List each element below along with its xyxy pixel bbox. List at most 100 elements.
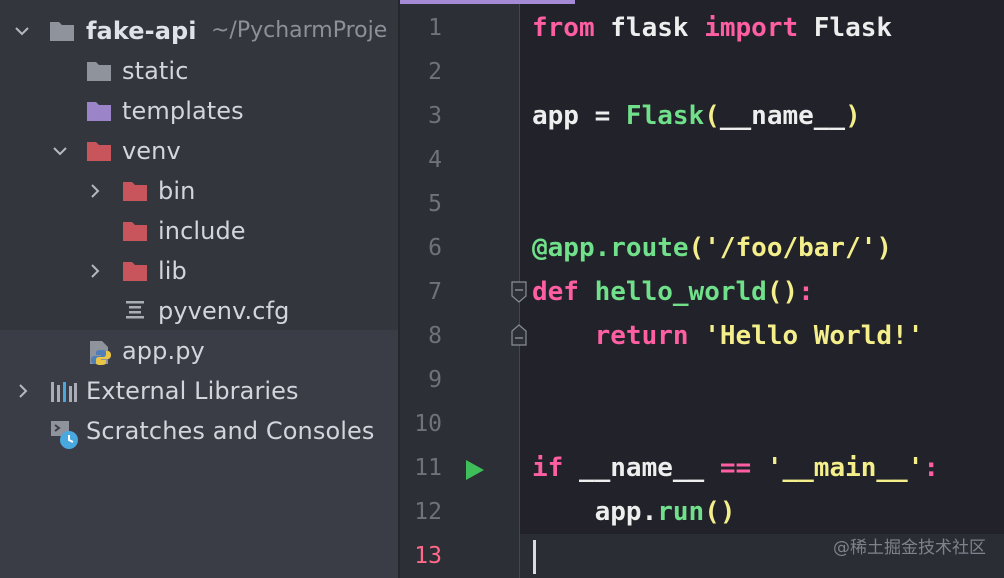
tree-item-venv[interactable]: venv [0,131,398,171]
config-file-icon [124,300,150,322]
string-literal: '/foo/bar/' [704,233,877,263]
module-name: flask [594,13,705,43]
tree-item-project-root[interactable]: fake-api ~/PycharmProje [0,11,398,51]
chevron-right-icon[interactable] [85,251,105,291]
folder-icon [49,20,75,42]
tree-item-label: Scratches and Consoles [86,417,375,445]
tree-item-pyvenv-cfg[interactable]: pyvenv.cfg [0,291,398,331]
fold-icon[interactable] [511,281,527,303]
project-tree-panel: fake-api ~/PycharmProje static templates [0,0,398,578]
tree-item-label: pyvenv.cfg [158,297,290,325]
code-line-12[interactable]: app.run() [532,490,736,534]
tree-item-label: lib [158,257,187,285]
tree-item-bin[interactable]: bin [0,171,398,211]
code-line-7[interactable]: def hello_world(): [532,270,814,314]
paren: ) [845,101,861,131]
line-number: 4 [428,147,442,173]
line-number-current: 13 [414,543,442,569]
line-number: 12 [414,499,442,525]
line-number: 3 [428,103,442,129]
tree-item-static[interactable]: static [0,51,398,91]
method-call: run [657,497,705,527]
variable: app = [532,101,626,131]
paren: ) [719,497,736,527]
paren: ( [688,233,705,263]
import-name: Flask [798,13,893,43]
string-literal: 'Hello World!' [704,321,924,351]
chevron-right-icon[interactable] [85,171,105,211]
active-tab-indicator [400,0,575,4]
project-name: fake-api [86,17,197,45]
project-path: ~/PycharmProje [211,18,388,43]
code-line-3[interactable]: app = Flask(__name__) [532,94,861,138]
tree-item-label: include [158,217,246,245]
unfold-icon[interactable] [511,324,527,346]
scratches-icon [50,420,78,449]
watermark: @稀土掘金技术社区 [833,538,986,558]
operator: == [719,453,752,483]
string-literal: '__main__' [766,453,924,483]
keyword: def [532,277,579,307]
tree-item-label: External Libraries [86,377,299,405]
python-file-icon [88,340,114,365]
tree-item-label: static [122,57,189,85]
paren: ( [704,497,720,527]
chevron-down-icon[interactable] [50,131,70,171]
line-number: 8 [428,323,442,349]
argument: __name__ [719,101,846,131]
code-line-1[interactable]: from flask import Flask [532,6,892,50]
keyword: from [532,13,595,43]
paren: ) [876,233,893,263]
folder-icon [122,220,148,242]
tree-item-include[interactable]: include [0,211,398,251]
line-number: 11 [414,455,442,481]
colon: : [923,453,940,483]
code-line-6[interactable]: @app.route('/foo/bar/') [532,226,892,270]
tree-item-label: venv [122,137,181,165]
object: app. [594,497,658,527]
line-number: 7 [428,279,442,305]
chevron-down-icon[interactable] [12,11,32,51]
keyword: import [704,13,799,43]
folder-icon [122,260,148,282]
tree-item-app-py[interactable]: app.py [0,331,398,371]
tree-item-label: bin [158,177,196,205]
function-name: hello_world [594,277,767,307]
line-number: 10 [414,411,442,437]
line-number: 5 [428,191,442,217]
function-call: Flask [625,101,705,131]
paren: ( [766,277,783,307]
line-number: 2 [428,59,442,85]
tree-item-external-libraries[interactable]: External Libraries [0,371,398,411]
tree-item-label: templates [122,97,244,125]
pycharm-window: fake-api ~/PycharmProje static templates [0,0,1004,578]
tree-item-lib[interactable]: lib [0,251,398,291]
line-number: 9 [428,367,442,393]
folder-icon [86,60,112,82]
identifier: __name__ [563,453,720,483]
decorator: @app.route [532,233,689,263]
tree-item-templates[interactable]: templates [0,91,398,131]
paren: ( [704,101,720,131]
text-caret [533,540,536,574]
code-line-11[interactable]: if __name__ == '__main__': [532,446,939,490]
keyword: return [594,321,689,351]
keyword: if [532,453,564,483]
folder-icon [122,180,148,202]
paren: ) [782,277,799,307]
line-number: 6 [428,235,442,261]
library-icon [50,380,77,402]
chevron-right-icon[interactable] [13,371,33,411]
tree-item-label: app.py [122,337,205,365]
tree-item-scratches[interactable]: Scratches and Consoles [0,411,398,451]
folder-icon [86,100,112,122]
code-line-8[interactable]: return 'Hello World!' [532,314,924,358]
colon: : [798,277,814,307]
run-icon[interactable] [464,458,486,482]
line-number: 1 [428,15,442,41]
folder-icon [86,140,112,162]
